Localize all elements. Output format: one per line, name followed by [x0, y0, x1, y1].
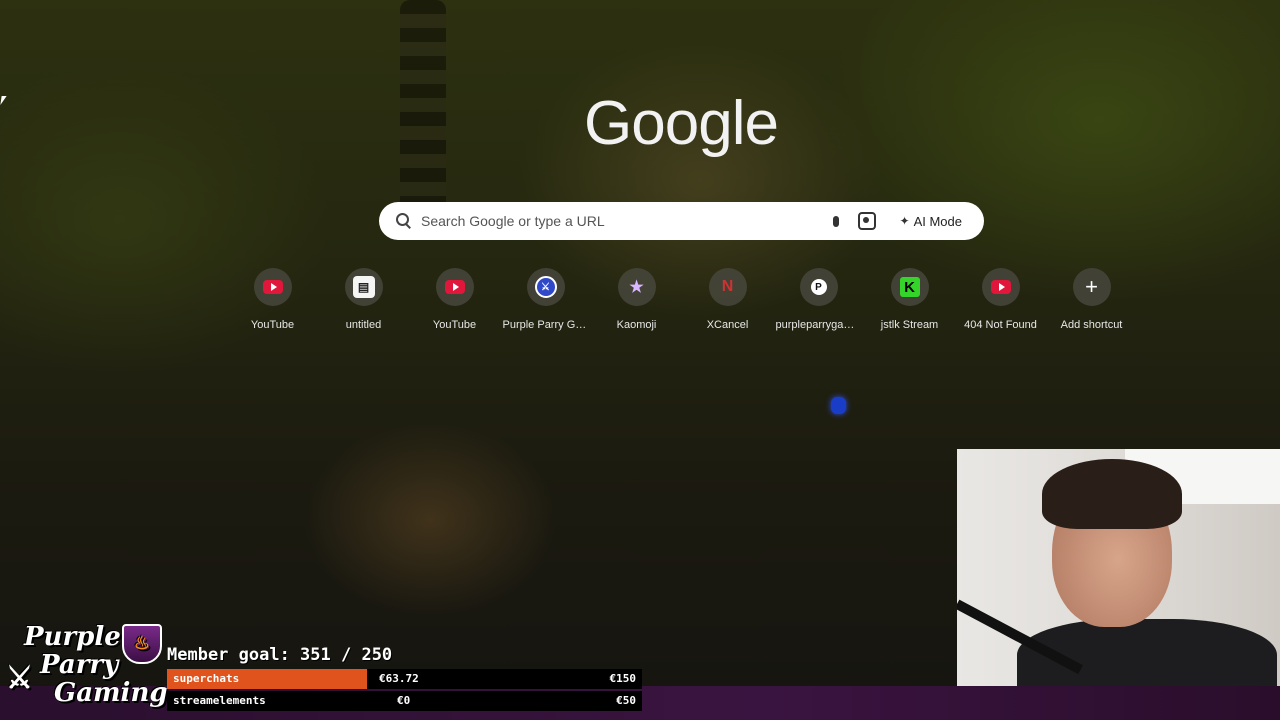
youtube-icon [990, 280, 1011, 294]
youtube-icon [444, 280, 465, 294]
shortcut-tile[interactable]: + [1072, 268, 1111, 306]
brand-line-1: Purple [24, 622, 121, 652]
shortcut-tile[interactable]: ★ [617, 268, 656, 306]
flame-shield-icon: ♨ [122, 624, 162, 664]
crossed-swords-icon: ⚔ [6, 661, 33, 696]
plus-icon: + [1085, 274, 1098, 299]
extension-indicator [831, 397, 846, 414]
member-goal-title: Member goal: 351 / 250 [167, 645, 393, 665]
shortcut-label: untitled [345, 319, 382, 331]
ai-mode-label: AI Mode [913, 213, 962, 229]
shortcut-label: Kaomoji [616, 319, 657, 331]
patreon-icon: P [810, 279, 827, 295]
youtube-icon [262, 280, 283, 294]
streamelements-goal-bar: streamelements €0 €50 [167, 691, 642, 711]
shortcut-untitled[interactable]: ▤ untitled [318, 268, 409, 331]
shortcut-kaomoji[interactable]: ★ Kaomoji [591, 268, 682, 331]
shortcut-tile[interactable]: N [708, 268, 747, 306]
shortcut-tile[interactable] [435, 268, 474, 306]
shortcut-tile[interactable]: K [890, 268, 929, 306]
star-icon: ★ [629, 279, 644, 296]
google-logo: Google [584, 89, 779, 158]
shortcut-xcancel[interactable]: N XCancel [682, 268, 773, 331]
superchats-goal-bar: superchats €63.72 €150 [167, 669, 642, 689]
goal-bar-target: €50 [616, 694, 636, 707]
shortcut-tile[interactable] [981, 268, 1020, 306]
sparkle-search-icon: ✦ [899, 214, 910, 228]
search-box[interactable]: Search Google or type a URL ✦ AI Mode [379, 202, 984, 240]
microphone-icon[interactable] [826, 211, 846, 231]
brand-line-2: Parry [40, 650, 119, 680]
shortcut-label: Purple Parry Ga... [502, 319, 589, 331]
brand-line-3: Gaming [54, 678, 168, 708]
goal-bar-name: streamelements [173, 694, 266, 707]
goal-bar-target: €150 [609, 672, 637, 685]
shortcut-kick[interactable]: K jstlk Stream [864, 268, 955, 331]
goal-bar-name: superchats [173, 672, 240, 685]
shortcut-tile[interactable]: ⚔ [526, 268, 565, 306]
shortcut-youtube[interactable]: YouTube [227, 268, 318, 331]
document-icon: ▤ [352, 276, 375, 298]
kick-icon: K [899, 277, 920, 297]
shortcuts-row: YouTube ▤ untitled YouTube ⚔ Purple Parr… [227, 268, 1137, 331]
ai-mode-button[interactable]: ✦ AI Mode [890, 206, 972, 236]
shortcut-purple-parry[interactable]: ⚔ Purple Parry Ga... [500, 268, 591, 331]
goal-bar-current: €0 [397, 694, 411, 707]
shortcut-label: purpleparrygam... [775, 319, 862, 331]
shortcut-404[interactable]: 404 Not Found [955, 268, 1046, 331]
add-shortcut-button[interactable]: + Add shortcut [1046, 268, 1137, 331]
background-chain [400, 0, 446, 230]
purple-parry-icon: ⚔ [534, 276, 557, 298]
shortcut-youtube-2[interactable]: YouTube [409, 268, 500, 331]
shortcut-tile[interactable] [253, 268, 292, 306]
mouse-cursor [0, 96, 7, 105]
search-icon [395, 212, 413, 230]
shortcut-label: XCancel [706, 319, 749, 331]
person-hair [1042, 459, 1182, 529]
webcam-feed [957, 449, 1280, 686]
shortcut-patreon[interactable]: P purpleparrygam... [773, 268, 864, 331]
shortcut-label: 404 Not Found [964, 319, 1037, 331]
shortcut-label: YouTube [432, 319, 477, 331]
xcancel-icon: N [721, 278, 734, 295]
shortcut-label: jstlk Stream [880, 319, 939, 331]
shortcut-label: Add shortcut [1060, 319, 1123, 331]
shortcut-tile[interactable]: ▤ [344, 268, 383, 306]
camera-search-icon[interactable] [857, 212, 876, 230]
shortcut-tile[interactable]: P [799, 268, 838, 306]
shortcut-label: YouTube [250, 319, 295, 331]
goal-bar-current: €63.72 [379, 672, 419, 685]
search-input[interactable]: Search Google or type a URL [421, 213, 826, 229]
purple-parry-logo: Purple Parry Gaming ♨ ⚔ [4, 620, 168, 716]
